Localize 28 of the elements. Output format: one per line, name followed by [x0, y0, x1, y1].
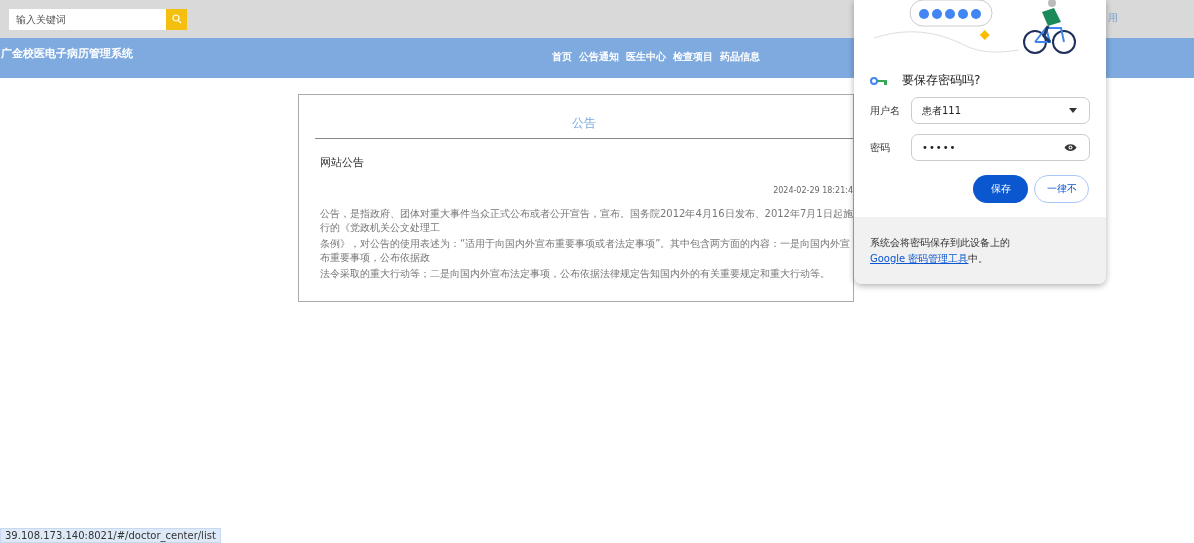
search-icon — [171, 14, 182, 24]
footer-text: 系统会将密码保存到此设备上的 Google 密码管理工具中。 — [870, 236, 1011, 266]
nav-link[interactable]: 检查项目 — [673, 50, 713, 64]
search-field[interactable]: 输入关键词 — [9, 8, 166, 30]
never-button[interactable]: 一律不 — [1034, 175, 1089, 203]
save-button[interactable]: 保存 — [973, 175, 1028, 203]
top-link[interactable]: 用 — [1108, 11, 1118, 25]
site-title: 广金校医电子病历管理系统 — [0, 46, 133, 61]
card-heading: 公告 — [571, 115, 597, 132]
notice-text: 法令采取的重大行动等；二是向国内外宣布法定事项，公布依据法律规定告知国内外的有关重要规定和重大行动等。 — [320, 267, 831, 281]
field-label: 密码 — [870, 140, 891, 155]
eye-icon[interactable] — [1064, 143, 1077, 152]
nav-link[interactable]: 首页 — [552, 50, 572, 64]
status-url: 39.108.173.140:8021/#/doctor_center/list — [0, 528, 221, 543]
field-label: 用户名 — [870, 103, 901, 118]
caret-icon — [1069, 108, 1077, 113]
notice-title: 网站公告 — [320, 155, 365, 170]
nav-link[interactable]: 公告通知 — [579, 50, 619, 64]
notice-text: 公告，是指政府、团体对重大事件当众正式公布或者公开宣告，宣布。国务院2012年4月16日发布、2012年7月1日起施行的《党政机关公文处理工 — [320, 207, 853, 235]
nav-link[interactable]: 医生中心 — [626, 50, 666, 64]
password-manager-link[interactable]: Google 密码管理工具 — [870, 253, 969, 264]
username-field[interactable]: 患者111 — [911, 97, 1090, 124]
notice-text: 条例》，对公告的使用表述为：“适用于向国内外宣布重要事项或者法定事项”。其中包含两方面的内容：一是向国内外宣布重要事项，公布依据政 — [320, 237, 852, 265]
password-field[interactable]: ••••• — [911, 134, 1090, 161]
dialog-title: 要保存密码吗? — [902, 72, 981, 89]
nav-link[interactable]: 药品信息 — [720, 50, 760, 64]
notice-date: 2024-02-29 18:21:4 — [773, 186, 853, 195]
key-icon — [870, 75, 890, 86]
